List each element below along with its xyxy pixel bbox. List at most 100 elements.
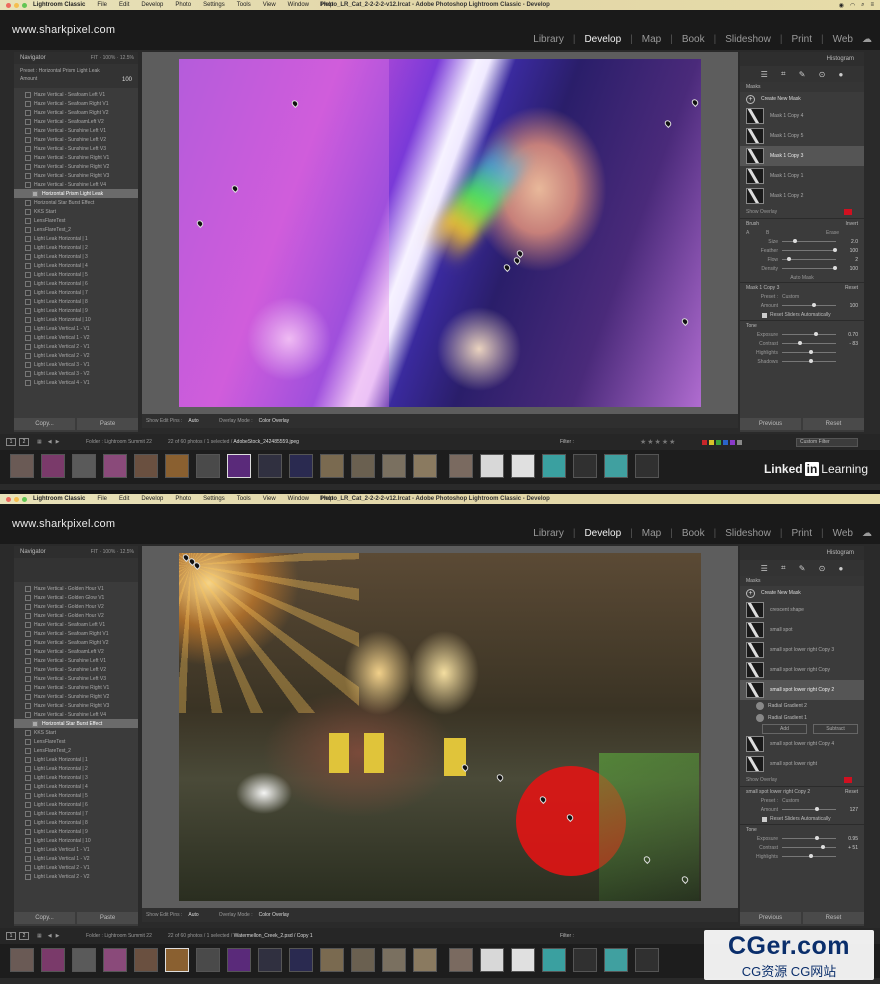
slider-track[interactable] [782, 359, 836, 363]
mask-amount-value[interactable]: 127 [842, 807, 858, 813]
gray-label-chip[interactable] [737, 439, 742, 445]
slider-track[interactable] [782, 257, 836, 261]
preset-item[interactable]: Horizontal Star Burst Effect [14, 198, 138, 207]
preset-item[interactable]: Light Leak Horizontal | 3 [14, 773, 138, 782]
filmstrip-thumbnail[interactable] [10, 454, 34, 478]
mask-item[interactable]: small spot lower right Copy 2 [740, 680, 864, 700]
menu-file[interactable]: File [97, 2, 107, 8]
slider-knob[interactable] [833, 266, 838, 270]
preset-item[interactable]: LensFlareTest_2 [14, 746, 138, 755]
component-radial-gradient-1[interactable]: Radial Gradient 1 [740, 712, 864, 724]
preset-item[interactable]: Light Leak Horizontal | 1 [14, 234, 138, 243]
filmstrip-source[interactable]: Folder : Lightroom Summit 22 [86, 439, 152, 445]
mask-preset-select[interactable]: Custom [782, 294, 799, 300]
overlay-color-swatch[interactable] [844, 777, 852, 783]
custom-filter-select[interactable]: Custom Filter [796, 437, 858, 447]
forward-arrow-icon[interactable]: ▶ [56, 933, 60, 939]
masking-icon[interactable]: ● [839, 70, 844, 79]
preset-item[interactable]: Haze Vertical - Sunshine Left V4 [14, 710, 138, 719]
slider-knob[interactable] [787, 257, 792, 261]
filmstrip-thumbnail[interactable] [542, 948, 566, 972]
navigator-header[interactable]: Navigator FIT · 100% · 12.5% [14, 546, 138, 558]
preset-item[interactable]: Horizontal Prism Light Leak [14, 189, 138, 198]
paste-button[interactable]: Paste [77, 418, 138, 430]
filmstrip-thumbnail[interactable] [41, 948, 65, 972]
mask-item[interactable]: small spot lower right [740, 754, 864, 774]
slider-knob[interactable] [833, 248, 838, 252]
children-photo[interactable] [179, 553, 701, 901]
back-arrow-icon[interactable]: ◀ [48, 439, 52, 445]
slider-knob[interactable] [814, 332, 819, 336]
filmstrip-thumbnail[interactable] [103, 948, 127, 972]
preset-item[interactable]: Haze Vertical - Seafoam Right V2 [14, 638, 138, 647]
filmstrip-thumbnail[interactable] [449, 948, 473, 972]
previous-button[interactable]: Previous [740, 418, 801, 430]
menu-settings[interactable]: Settings [203, 496, 225, 502]
photo-canvas[interactable] [142, 546, 738, 908]
preset-item[interactable]: Light Leak Horizontal | 5 [14, 791, 138, 800]
menu-photo[interactable]: Photo [175, 496, 191, 502]
menu-edit[interactable]: Edit [119, 2, 129, 8]
color-label-filter[interactable] [702, 439, 742, 445]
menu-file[interactable]: File [97, 496, 107, 502]
preset-item[interactable]: Light Leak Horizontal | 5 [14, 270, 138, 279]
blue-label-chip[interactable] [723, 439, 728, 445]
filmstrip-thumbnail[interactable] [227, 454, 251, 478]
primary-window-button[interactable]: 1 [6, 932, 16, 940]
filmstrip-source[interactable]: Folder : Lightroom Summit 22 [86, 933, 152, 939]
filmstrip-thumbnail[interactable] [511, 948, 535, 972]
menu-tools[interactable]: Tools [237, 496, 251, 502]
mask-preset-select[interactable]: Custom [782, 798, 799, 804]
mask-item[interactable]: Mask 1 Copy 5 [740, 126, 864, 146]
slider-value[interactable]: 0.95 [842, 836, 858, 842]
grid-icon[interactable]: ▦ [37, 933, 42, 939]
mask-item[interactable]: crescent shape [740, 600, 864, 620]
close-window-button[interactable] [6, 496, 11, 502]
filmstrip-thumbnail[interactable] [10, 948, 34, 972]
preset-item[interactable]: Light Leak Horizontal | 2 [14, 764, 138, 773]
preset-item[interactable]: Haze Vertical - Sunshine Right V1 [14, 153, 138, 162]
preset-item[interactable]: Haze Vertical - Sunshine Right V2 [14, 162, 138, 171]
search-icon[interactable]: ⌕ [861, 2, 864, 9]
show-edit-pins-select[interactable]: Auto [188, 418, 198, 424]
slider-value[interactable]: 100 [842, 248, 858, 254]
subtract-button[interactable]: Subtract [813, 724, 858, 734]
module-develop[interactable]: Develop [584, 34, 621, 45]
preset-item[interactable]: Haze Vertical - Golden Hour V1 [14, 584, 138, 593]
filmstrip-thumbnail[interactable] [382, 948, 406, 972]
preset-item[interactable]: Light Leak Horizontal | 6 [14, 279, 138, 288]
preset-item[interactable]: Light Leak Horizontal | 10 [14, 836, 138, 845]
slider-value[interactable]: 2.0 [842, 239, 858, 245]
filmstrip-thumbnail[interactable] [134, 454, 158, 478]
current-file-name[interactable]: AdobeStock_242485559.jpeg [233, 439, 299, 445]
filmstrip-thumbnail[interactable] [542, 454, 566, 478]
histogram-header[interactable]: Histogram [740, 546, 864, 560]
preset-item[interactable]: KKS Start [14, 207, 138, 216]
module-book[interactable]: Book [682, 528, 705, 539]
filmstrip-thumbnail[interactable] [635, 454, 659, 478]
filmstrip-thumbnail[interactable] [635, 948, 659, 972]
preset-item[interactable]: Light Leak Vertical 1 - V2 [14, 333, 138, 342]
module-book[interactable]: Book [682, 34, 705, 45]
create-new-mask-button[interactable]: + Create New Mask [740, 92, 864, 106]
preset-item[interactable]: Horizontal Star Burst Effect [14, 719, 138, 728]
preset-item[interactable]: Haze Vertical - Sunshine Right V3 [14, 701, 138, 710]
filmstrip-thumbnail[interactable] [320, 454, 344, 478]
filmstrip-thumbnail[interactable] [258, 454, 282, 478]
reset-button[interactable]: Reset [803, 912, 864, 924]
red-eye-icon[interactable]: ⊙ [819, 70, 826, 79]
preset-item[interactable]: Haze Vertical - Sunshine Left V3 [14, 674, 138, 683]
filmstrip-thumbnail[interactable] [573, 454, 597, 478]
preset-item[interactable]: Light Leak Horizontal | 6 [14, 800, 138, 809]
slider-knob[interactable] [792, 239, 797, 243]
preset-item[interactable]: Light Leak Horizontal | 2 [14, 243, 138, 252]
preset-item[interactable]: LensFlareTest [14, 737, 138, 746]
tray-icon[interactable]: ◉ [839, 2, 844, 9]
navigator-zoom-tabs[interactable]: FIT · 100% · 12.5% [91, 55, 134, 61]
reset-button[interactable]: Reset [803, 418, 864, 430]
preset-item[interactable]: Light Leak Vertical 3 - V2 [14, 369, 138, 378]
mask-amount-slider[interactable] [782, 303, 836, 307]
slider-track[interactable] [782, 248, 838, 252]
filmstrip-thumbnail[interactable] [480, 454, 504, 478]
back-arrow-icon[interactable]: ◀ [48, 933, 52, 939]
